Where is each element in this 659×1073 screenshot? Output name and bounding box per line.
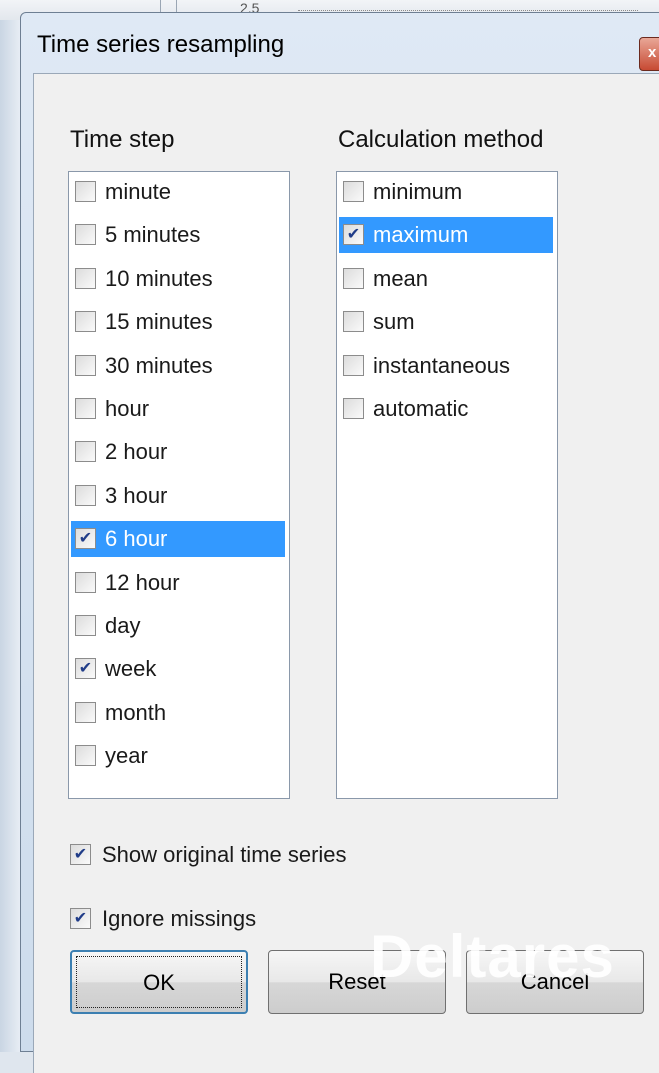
calculation-method-item-checkbox[interactable] xyxy=(343,398,364,419)
calculation-method-item-label: minimum xyxy=(373,179,463,204)
background-window-edge xyxy=(0,20,21,1052)
show-original-label: Show original time series xyxy=(102,842,347,867)
dialog-titlebar[interactable]: Time series resampling x xyxy=(21,13,659,71)
time-step-item-label: hour xyxy=(105,396,150,421)
close-button[interactable]: x xyxy=(639,37,659,71)
time-step-item-checkbox[interactable] xyxy=(75,354,96,376)
calculation-method-item[interactable]: instantaneous xyxy=(339,348,553,384)
calculation-method-item-checkbox[interactable]: ✔ xyxy=(343,224,364,246)
time-step-item-checkbox[interactable] xyxy=(75,267,96,289)
calculation-method-item-label: automatic xyxy=(373,396,469,421)
time-step-item-checkbox[interactable] xyxy=(75,181,96,202)
calculation-method-item-label: sum xyxy=(373,309,415,335)
time-step-item-label: day xyxy=(105,613,141,638)
time-step-item-checkbox[interactable] xyxy=(75,701,96,723)
time-step-item[interactable]: 2 hour xyxy=(71,434,285,470)
calculation-method-label: Calculation method xyxy=(338,126,544,153)
time-step-item-label: 15 minutes xyxy=(105,309,213,335)
time-step-item-checkbox[interactable] xyxy=(75,745,96,767)
time-step-item[interactable]: 10 minutes xyxy=(71,261,285,297)
time-step-item-checkbox[interactable] xyxy=(75,571,96,593)
dialog-title: Time series resampling xyxy=(37,31,285,58)
time-step-item[interactable]: 30 minutes xyxy=(71,348,285,384)
time-step-item[interactable]: ✔ 6 hour xyxy=(71,521,285,558)
time-step-item-label: month xyxy=(105,699,167,725)
time-step-item[interactable]: hour xyxy=(71,391,285,427)
time-step-item-checkbox[interactable] xyxy=(75,311,96,333)
calculation-method-item-checkbox[interactable] xyxy=(343,181,364,202)
time-step-item-label: year xyxy=(105,743,148,769)
time-step-list[interactable]: minute 5 minutes 10 minutes 15 minutes 30 mi… xyxy=(68,171,290,799)
time-step-label: Time step xyxy=(70,126,175,153)
time-step-item[interactable]: 3 hour xyxy=(71,478,285,514)
ignore-missings-label: Ignore missings xyxy=(102,906,257,931)
time-step-item-label: 30 minutes xyxy=(105,352,213,378)
calculation-method-item[interactable]: automatic xyxy=(339,391,553,427)
time-step-item-checkbox[interactable] xyxy=(75,441,96,463)
time-step-item-label: 2 hour xyxy=(105,439,168,465)
resampling-dialog: Time series resampling x Time step Calcu… xyxy=(20,12,659,1073)
background-grid-cell xyxy=(298,10,638,11)
time-step-item-checkbox[interactable] xyxy=(75,484,96,506)
calculation-method-list[interactable]: minimum ✔ maximum mean sum instantaneous autom… xyxy=(336,171,558,799)
time-step-item-label: 5 minutes xyxy=(105,222,201,248)
time-step-item-label: 6 hour xyxy=(105,526,168,552)
time-step-item-label: week xyxy=(105,656,157,682)
close-icon: x xyxy=(648,44,657,61)
time-step-item[interactable]: 15 minutes xyxy=(71,304,285,340)
calculation-method-item[interactable]: mean xyxy=(339,261,553,297)
time-step-item-checkbox[interactable] xyxy=(75,398,96,419)
time-step-item[interactable]: month xyxy=(71,695,285,731)
calculation-method-item-label: mean xyxy=(373,265,429,291)
ignore-missings-checkbox[interactable]: ✔ xyxy=(70,908,91,929)
focus-rectangle xyxy=(76,956,242,1008)
time-step-item-label: 3 hour xyxy=(105,482,168,508)
show-original-checkbox[interactable]: ✔ xyxy=(70,844,91,865)
time-step-item-checkbox[interactable]: ✔ xyxy=(75,658,96,680)
calculation-method-item[interactable]: ✔ maximum xyxy=(339,217,553,254)
calculation-method-item-label: maximum xyxy=(373,222,469,248)
time-step-item[interactable]: minute xyxy=(71,174,285,210)
calculation-method-item-label: instantaneous xyxy=(373,352,510,378)
ok-button[interactable]: OK xyxy=(70,950,248,1014)
time-step-item[interactable]: 5 minutes xyxy=(71,217,285,253)
calculation-method-item[interactable]: sum xyxy=(339,304,553,340)
time-step-item-checkbox[interactable] xyxy=(75,615,96,636)
time-step-item-label: 12 hour xyxy=(105,569,180,595)
time-step-item[interactable]: ✔ week xyxy=(71,651,285,687)
time-step-item[interactable]: day xyxy=(71,608,285,644)
time-step-item[interactable]: year xyxy=(71,738,285,774)
time-step-item-checkbox[interactable] xyxy=(75,224,96,246)
time-step-item-label: minute xyxy=(105,179,172,204)
calculation-method-item-checkbox[interactable] xyxy=(343,354,364,376)
watermark-logo: Deltares xyxy=(370,923,615,990)
calculation-method-item-checkbox[interactable] xyxy=(343,267,364,289)
time-step-item[interactable]: 12 hour xyxy=(71,565,285,601)
time-step-item-checkbox[interactable]: ✔ xyxy=(75,528,96,550)
calculation-method-item[interactable]: minimum xyxy=(339,174,553,210)
calculation-method-item-checkbox[interactable] xyxy=(343,311,364,333)
time-step-item-label: 10 minutes xyxy=(105,265,213,291)
